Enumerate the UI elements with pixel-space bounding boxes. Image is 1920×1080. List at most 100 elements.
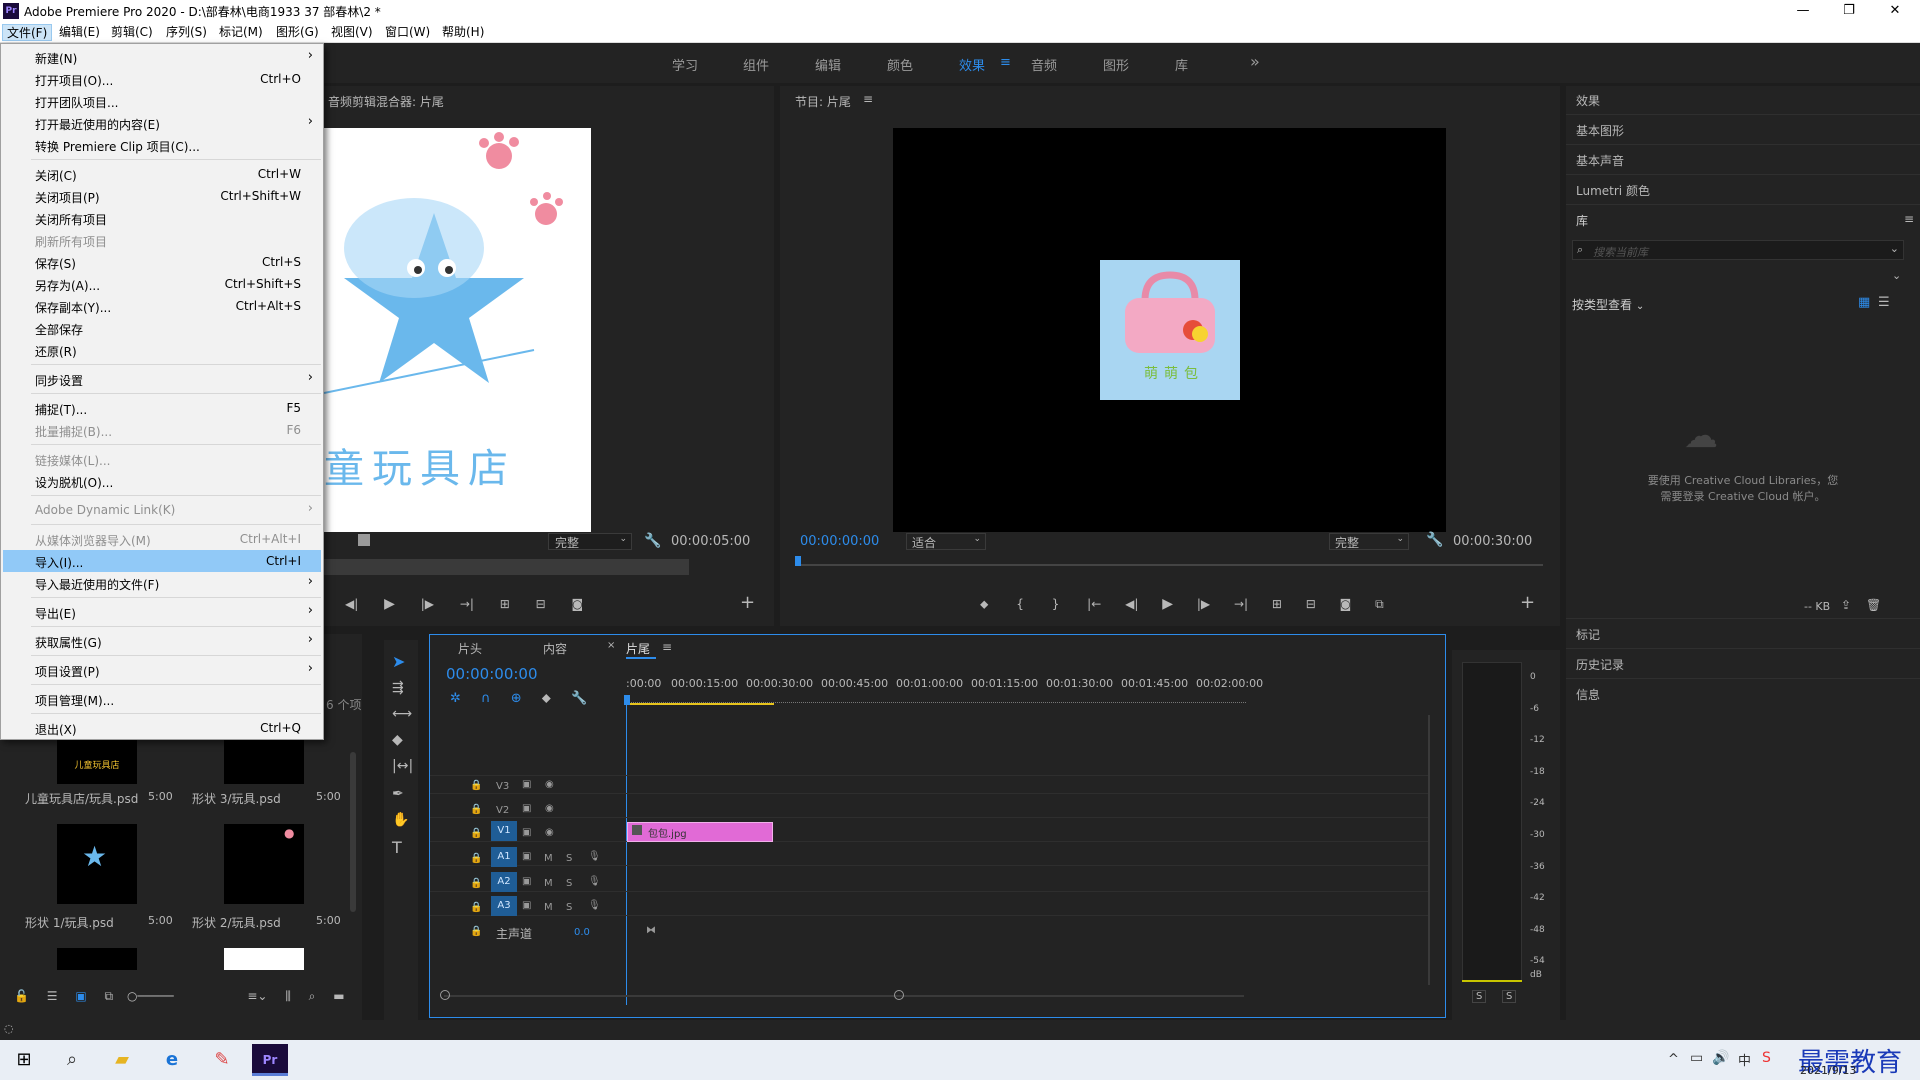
- add-button-icon[interactable]: +: [1520, 592, 1535, 613]
- file-menu-item[interactable]: 导出(E) ›: [3, 601, 321, 623]
- project-thumb-2[interactable]: [224, 740, 304, 784]
- menu-help[interactable]: 帮助(H): [438, 24, 488, 41]
- file-menu-item[interactable]: 项目设置(P) ›: [3, 659, 321, 681]
- paint-app-icon[interactable]: ✎: [202, 1046, 242, 1074]
- step-back-icon[interactable]: ◀|: [345, 597, 358, 611]
- lock-icon[interactable]: 🔒: [470, 902, 482, 913]
- sync-lock-icon[interactable]: ▣: [522, 900, 531, 911]
- workspace-color[interactable]: 颜色: [887, 55, 913, 74]
- workspace-audio[interactable]: 音频: [1031, 55, 1057, 74]
- camera-icon[interactable]: ◙: [1340, 597, 1352, 611]
- file-menu-item[interactable]: 获取属性(G) ›: [3, 630, 321, 652]
- mute-button[interactable]: M: [544, 878, 553, 889]
- file-menu-item[interactable]: 还原(R): [3, 339, 321, 361]
- lock-icon[interactable]: 🔒: [470, 828, 482, 839]
- safe-margins-icon[interactable]: [358, 534, 370, 546]
- eye-icon[interactable]: ◉: [545, 827, 554, 838]
- timeline-vertical-scrollbar[interactable]: [1428, 715, 1430, 985]
- workspace-learn[interactable]: 学习: [672, 55, 698, 74]
- microphone-icon[interactable]: 🎙: [588, 900, 601, 911]
- lock-icon[interactable]: 🔓: [14, 989, 29, 1003]
- panel-info[interactable]: 信息: [1576, 686, 1600, 703]
- track-label-v1[interactable]: V1: [491, 821, 517, 841]
- project-thumb-4[interactable]: ●: [224, 824, 304, 904]
- sort-icon[interactable]: ≡⌄: [247, 989, 267, 1003]
- file-menu-item[interactable]: 打开项目(O)... Ctrl+O: [3, 68, 321, 90]
- go-to-end-icon[interactable]: ⧓: [646, 925, 656, 936]
- scroll-handle-left[interactable]: [440, 990, 450, 1000]
- step-forward-icon[interactable]: |▶: [421, 597, 434, 611]
- step-back-icon[interactable]: ◀|: [1125, 597, 1138, 611]
- new-bin-icon[interactable]: ▬: [333, 989, 344, 1003]
- go-to-in-icon[interactable]: |←: [1087, 597, 1101, 611]
- find-icon[interactable]: ⌕: [309, 989, 316, 1003]
- file-menu-item[interactable]: 新建(N) ›: [3, 46, 321, 68]
- project-thumb-5[interactable]: [57, 948, 137, 970]
- mark-out-icon[interactable]: }: [1052, 597, 1060, 611]
- menu-marker[interactable]: 标记(M): [215, 24, 267, 41]
- mute-button[interactable]: M: [544, 902, 553, 913]
- menu-window[interactable]: 窗口(W): [381, 24, 434, 41]
- track-label-a2[interactable]: A2: [491, 872, 517, 892]
- selection-tool-icon[interactable]: ➤: [392, 652, 405, 671]
- volume-icon[interactable]: 🔊: [1712, 1050, 1729, 1066]
- file-menu-item[interactable]: 全部保存: [3, 317, 321, 339]
- add-button-icon[interactable]: +: [740, 592, 755, 613]
- project-thumb-1[interactable]: 儿童玩具店: [57, 740, 137, 784]
- mark-in-icon[interactable]: {: [1016, 597, 1024, 611]
- timeline-menu-icon[interactable]: ≡: [662, 640, 672, 654]
- go-to-out-icon[interactable]: →|: [460, 597, 474, 611]
- camera-icon[interactable]: ◙: [572, 597, 584, 611]
- pen-tool-icon[interactable]: ✒: [392, 786, 404, 802]
- solo-button[interactable]: S: [566, 902, 572, 913]
- premiere-taskbar-icon[interactable]: Pr: [252, 1044, 288, 1076]
- project-thumb-6[interactable]: [224, 948, 304, 970]
- solo-left-button[interactable]: S: [1472, 990, 1487, 1003]
- trash-icon[interactable]: 🗑: [1866, 598, 1881, 612]
- more-workspaces-icon[interactable]: »: [1250, 52, 1260, 71]
- menu-view[interactable]: 视图(V): [327, 24, 377, 41]
- search-icon[interactable]: ⌕: [52, 1046, 92, 1074]
- program-timecode[interactable]: 00:00:00:00: [800, 534, 879, 549]
- timeline-tab-intro[interactable]: 片头: [458, 640, 482, 657]
- sogou-icon[interactable]: S: [1762, 1050, 1771, 1066]
- list-view-icon[interactable]: ☰: [1878, 295, 1890, 310]
- file-menu-item[interactable]: 退出(X) Ctrl+Q: [3, 717, 321, 739]
- file-menu-item[interactable]: 同步设置 ›: [3, 368, 321, 390]
- sync-lock-icon[interactable]: ▣: [522, 803, 531, 814]
- marker-icon[interactable]: ⬥: [980, 597, 988, 611]
- file-menu-item[interactable]: 设为脱机(O)...: [3, 470, 321, 492]
- track-label-a1[interactable]: A1: [491, 847, 517, 867]
- lock-icon[interactable]: 🔒: [470, 853, 482, 864]
- edge-browser-icon[interactable]: e: [152, 1046, 192, 1074]
- insert-icon[interactable]: ⊞: [500, 597, 510, 611]
- timeline-clip[interactable]: 包包.jpg: [627, 822, 773, 842]
- snap-icon[interactable]: ∩: [481, 691, 491, 706]
- view-by-type-dropdown[interactable]: 按类型查看 ⌄: [1572, 296, 1644, 313]
- project-scrollbar[interactable]: [350, 752, 356, 912]
- file-explorer-icon[interactable]: ▰: [102, 1046, 142, 1074]
- hand-tool-icon[interactable]: ✋: [392, 812, 409, 828]
- menu-file[interactable]: 文件(F): [2, 24, 53, 41]
- program-scrub-bar[interactable]: [798, 564, 1543, 566]
- panel-effects[interactable]: 效果: [1576, 92, 1600, 109]
- go-to-out-icon[interactable]: →|: [1234, 597, 1248, 611]
- automate-icon[interactable]: ⫼: [285, 989, 291, 1003]
- file-menu-item[interactable]: 打开最近使用的内容(E) ›: [3, 112, 321, 134]
- mute-button[interactable]: M: [544, 853, 553, 864]
- timeline-settings-icon[interactable]: 🔧: [571, 691, 587, 706]
- razor-tool-icon[interactable]: ◆: [392, 732, 403, 748]
- microphone-icon[interactable]: 🎙: [588, 851, 601, 862]
- sync-lock-icon[interactable]: ▣: [522, 876, 531, 887]
- solo-button[interactable]: S: [566, 878, 572, 889]
- workspace-assembly[interactable]: 组件: [743, 55, 769, 74]
- file-menu-item[interactable]: 导入(I)... Ctrl+I: [3, 550, 321, 572]
- file-menu-item[interactable]: 项目管理(M)...: [3, 688, 321, 710]
- timeline-playhead[interactable]: [624, 695, 630, 705]
- track-select-tool-icon[interactable]: ⇶: [392, 680, 404, 696]
- lock-icon[interactable]: 🔒: [470, 804, 482, 815]
- hamburger-icon[interactable]: ≡: [1904, 212, 1914, 226]
- overwrite-icon[interactable]: ⊟: [536, 597, 546, 611]
- icon-view-icon[interactable]: ▣: [75, 989, 86, 1003]
- track-label-a3[interactable]: A3: [491, 896, 517, 916]
